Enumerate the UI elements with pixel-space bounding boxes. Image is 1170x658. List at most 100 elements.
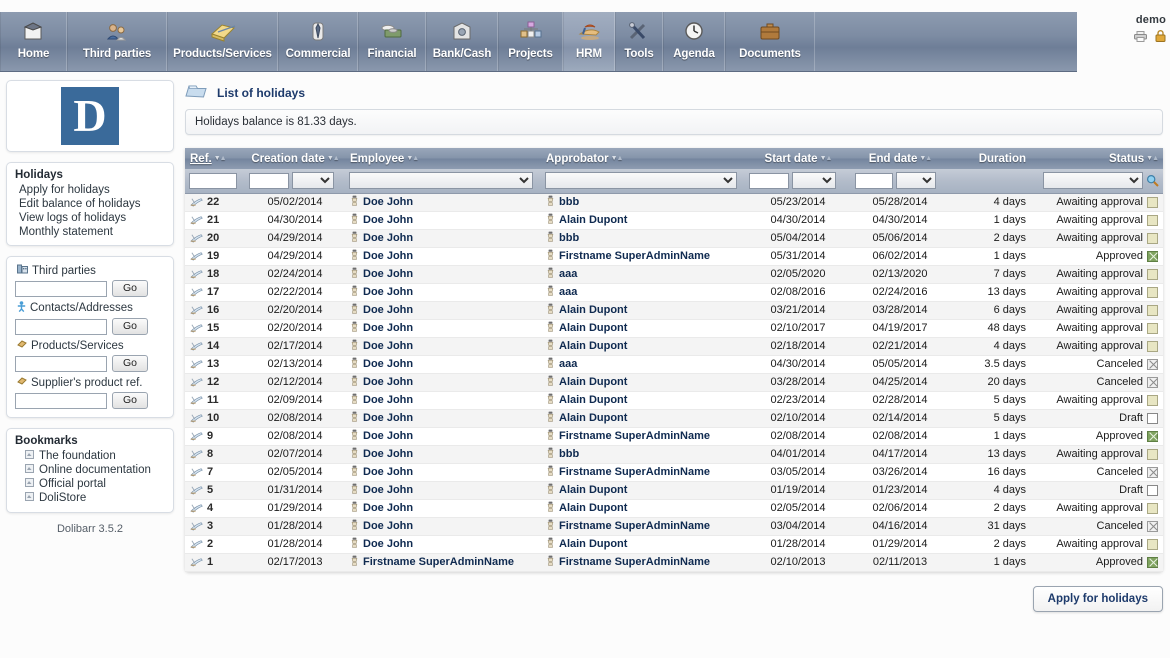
table-row[interactable]: 7 02/05/2014 Doe John Firstname SuperAdminN… (185, 463, 1163, 482)
sort-arrows-icon[interactable]: ▼▲ (214, 155, 227, 162)
ref-value[interactable]: 3 (207, 520, 213, 532)
search-input-3[interactable] (15, 392, 107, 409)
nav-item-bank-cash[interactable]: Bank/Cash (426, 12, 498, 71)
approbator-name[interactable]: Alain Dupont (559, 502, 627, 514)
approbator-name[interactable]: Alain Dupont (559, 376, 627, 388)
ref-value[interactable]: 2 (207, 538, 213, 550)
nav-item-commercial[interactable]: Commercial (278, 12, 358, 71)
sort-arrows-icon[interactable]: ▼▲ (919, 155, 932, 162)
approbator-name[interactable]: Firstname SuperAdminName (559, 466, 710, 478)
employee-name[interactable]: Doe John (363, 340, 413, 352)
ref-value[interactable]: 20 (207, 232, 219, 244)
table-row[interactable]: 22 05/02/2014 Doe John bbb 05/23/2014 05/28/2… (185, 193, 1163, 212)
approbator-name[interactable]: Alain Dupont (559, 214, 627, 226)
filter-start-month-select[interactable] (792, 172, 836, 190)
column-header-start-date[interactable]: Start date ▼▲ (745, 148, 851, 169)
lock-icon[interactable] (1155, 29, 1166, 47)
table-row[interactable]: 9 02/08/2014 Doe John Firstname SuperAdminN… (185, 427, 1163, 446)
sort-arrows-icon[interactable]: ▼▲ (820, 155, 833, 162)
ref-value[interactable]: 7 (207, 466, 213, 478)
holidays-menu-link-1[interactable]: Edit balance of holidays (7, 197, 173, 211)
employee-name[interactable]: Doe John (363, 232, 413, 244)
approbator-name[interactable]: Firstname SuperAdminName (559, 556, 710, 568)
holidays-menu-link-2[interactable]: View logs of holidays (7, 211, 173, 225)
employee-name[interactable]: Doe John (363, 376, 413, 388)
bookmark-link-0[interactable]: The foundation (13, 449, 167, 463)
approbator-name[interactable]: Alain Dupont (559, 412, 627, 424)
nav-item-third-parties[interactable]: Third parties (67, 12, 167, 71)
filter-approbator-select[interactable] (545, 172, 737, 190)
table-row[interactable]: 10 02/08/2014 Doe John Alain Dupont 02/10/20… (185, 409, 1163, 428)
table-row[interactable]: 8 02/07/2014 Doe John bbb 04/01/2014 04/17/20… (185, 445, 1163, 464)
search-input-2[interactable] (15, 355, 107, 372)
ref-value[interactable]: 18 (207, 268, 219, 280)
ref-value[interactable]: 10 (207, 412, 219, 424)
table-row[interactable]: 15 02/20/2014 Doe John Alain Dupont 02/10/20… (185, 319, 1163, 338)
column-header-end-date[interactable]: End date ▼▲ (851, 148, 949, 169)
approbator-name[interactable]: Firstname SuperAdminName (559, 430, 710, 442)
ref-value[interactable]: 22 (207, 196, 219, 208)
employee-name[interactable]: Doe John (363, 394, 413, 406)
employee-name[interactable]: Doe John (363, 502, 413, 514)
search-go-button-2[interactable]: Go (112, 355, 148, 372)
filter-status-select[interactable] (1043, 172, 1143, 190)
table-row[interactable]: 12 02/12/2014 Doe John Alain Dupont 03/28/20… (185, 373, 1163, 392)
filter-creation-month-select[interactable] (292, 172, 334, 190)
nav-item-agenda[interactable]: Agenda (663, 12, 725, 71)
employee-name[interactable]: Doe John (363, 214, 413, 226)
table-row[interactable]: 3 01/28/2014 Doe John Firstname SuperAdminN… (185, 517, 1163, 536)
approbator-name[interactable]: Alain Dupont (559, 538, 627, 550)
ref-value[interactable]: 16 (207, 304, 219, 316)
column-header-approbator[interactable]: Approbator ▼▲ (541, 148, 745, 169)
nav-item-home[interactable]: Home (0, 12, 67, 71)
approbator-name[interactable]: Alain Dupont (559, 304, 627, 316)
search-go-button-3[interactable]: Go (112, 392, 148, 409)
employee-name[interactable]: Doe John (363, 250, 413, 262)
ref-value[interactable]: 1 (207, 556, 213, 568)
approbator-name[interactable]: aaa (559, 358, 577, 370)
filter-end-month-select[interactable] (896, 172, 936, 190)
table-row[interactable]: 19 04/29/2014 Doe John Firstname SuperAdmin… (185, 247, 1163, 266)
holidays-menu-link-3[interactable]: Monthly statement (7, 225, 173, 239)
employee-name[interactable]: Firstname SuperAdminName (363, 556, 514, 568)
table-row[interactable]: 1 02/17/2013 Firstname SuperAdminName First… (185, 553, 1163, 572)
sort-arrows-icon[interactable]: ▼▲ (406, 155, 419, 162)
employee-name[interactable]: Doe John (363, 538, 413, 550)
nav-item-documents[interactable]: Documents (725, 12, 815, 71)
approbator-name[interactable]: Firstname SuperAdminName (559, 250, 710, 262)
approbator-name[interactable]: bbb (559, 232, 579, 244)
filter-end-day-input[interactable] (855, 172, 893, 189)
employee-name[interactable]: Doe John (363, 268, 413, 280)
table-row[interactable]: 4 01/29/2014 Doe John Alain Dupont 02/05/201… (185, 499, 1163, 518)
approbator-name[interactable]: Alain Dupont (559, 322, 627, 334)
employee-name[interactable]: Doe John (363, 412, 413, 424)
approbator-name[interactable]: aaa (559, 268, 577, 280)
ref-value[interactable]: 15 (207, 322, 219, 334)
ref-value[interactable]: 17 (207, 286, 219, 298)
nav-item-financial[interactable]: Financial (358, 12, 426, 71)
employee-name[interactable]: Doe John (363, 196, 413, 208)
magnifier-icon[interactable] (1146, 174, 1159, 187)
ref-value[interactable]: 5 (207, 484, 213, 496)
apply-for-holidays-button[interactable]: Apply for holidays (1032, 585, 1163, 612)
employee-name[interactable]: Doe John (363, 430, 413, 442)
employee-name[interactable]: Doe John (363, 358, 413, 370)
sort-arrows-icon[interactable]: ▼▲ (1146, 155, 1159, 162)
column-header-employee[interactable]: Employee ▼▲ (345, 148, 541, 169)
table-row[interactable]: 16 02/20/2014 Doe John Alain Dupont 03/21/20… (185, 301, 1163, 320)
ref-value[interactable]: 21 (207, 214, 219, 226)
ref-value[interactable]: 11 (207, 394, 219, 406)
employee-name[interactable]: Doe John (363, 286, 413, 298)
table-row[interactable]: 21 04/30/2014 Doe John Alain Dupont 04/30/20… (185, 211, 1163, 230)
table-row[interactable]: 5 01/31/2014 Doe John Alain Dupont 01/19/201… (185, 481, 1163, 500)
table-row[interactable]: 17 02/22/2014 Doe John aaa 02/08/2016 02/24/2… (185, 283, 1163, 302)
bookmark-link-3[interactable]: DoliStore (13, 491, 167, 505)
search-input-1[interactable] (15, 318, 107, 335)
employee-name[interactable]: Doe John (363, 304, 413, 316)
employee-name[interactable]: Doe John (363, 448, 413, 460)
bookmark-link-1[interactable]: Online documentation (13, 463, 167, 477)
approbator-name[interactable]: Firstname SuperAdminName (559, 520, 710, 532)
filter-ref-input[interactable] (189, 172, 237, 189)
filter-creation-day-input[interactable] (249, 172, 289, 189)
nav-item-tools[interactable]: Tools (615, 12, 663, 71)
